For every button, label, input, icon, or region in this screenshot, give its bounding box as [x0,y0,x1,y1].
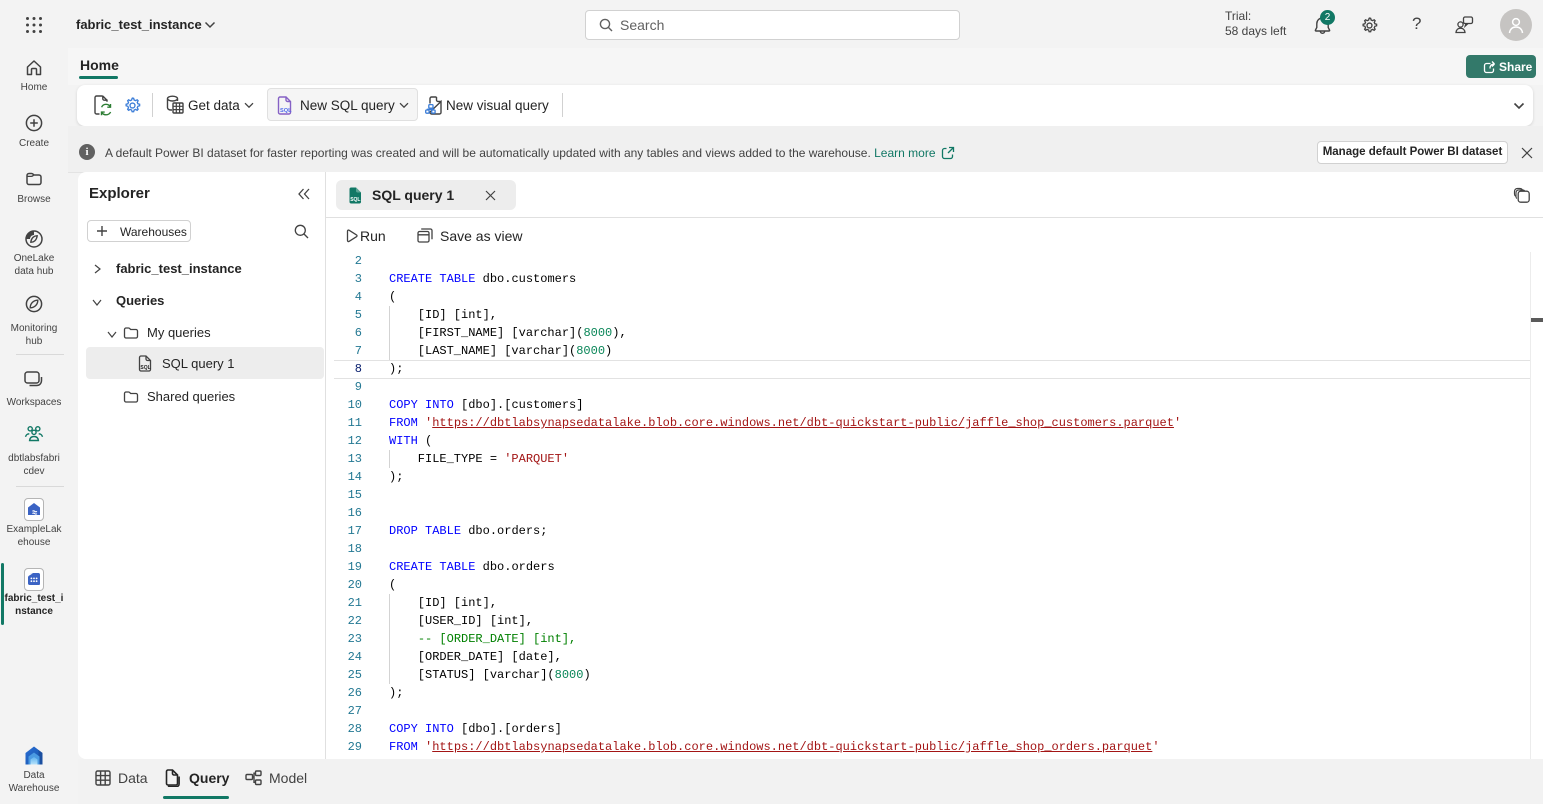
svg-text:SQL: SQL [140,365,150,371]
svg-text:SQL: SQL [280,108,292,114]
svg-text:SQL: SQL [350,197,360,203]
